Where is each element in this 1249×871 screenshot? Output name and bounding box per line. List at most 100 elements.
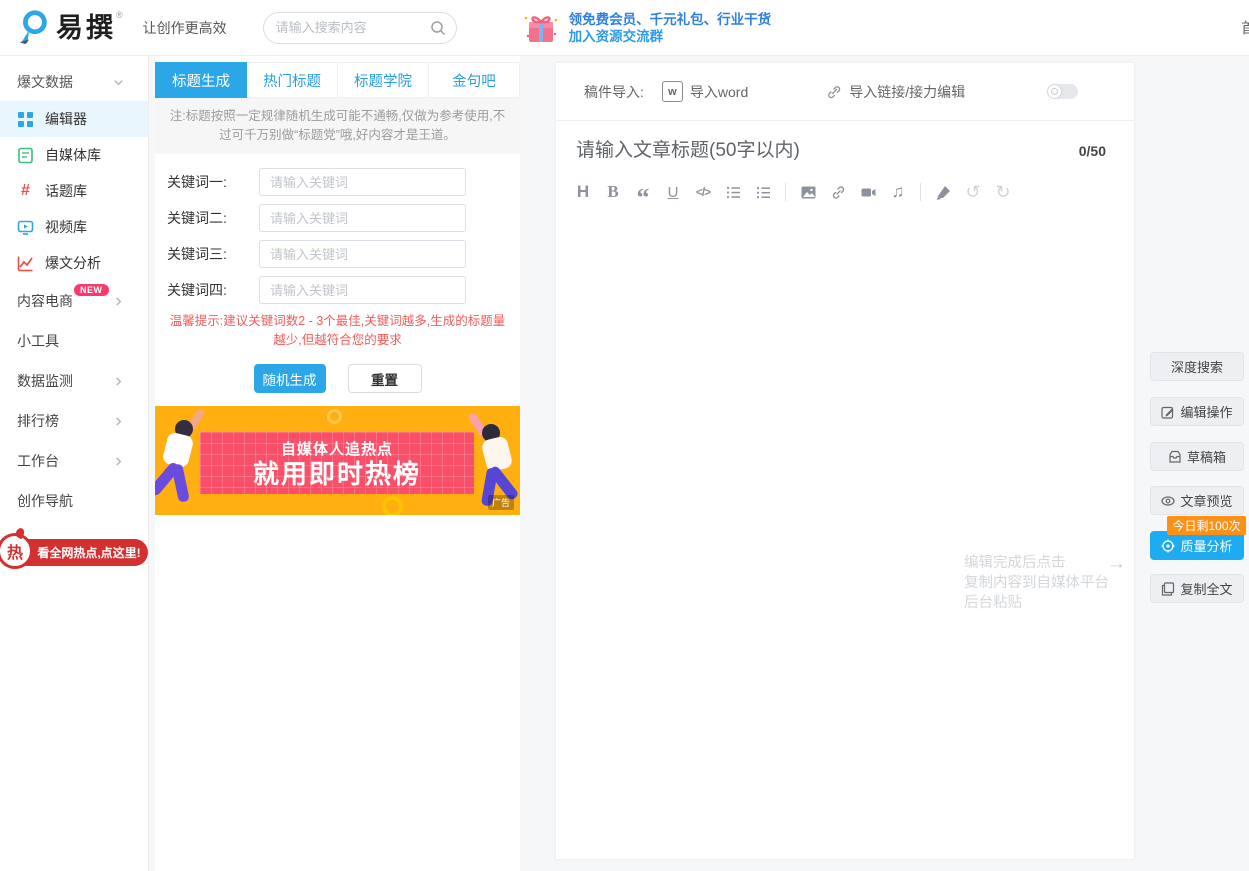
redo-icon[interactable]: ↻: [988, 179, 1018, 205]
copy-hint-text: 编辑完成后点击 复制内容到自媒体平台 后台粘贴: [964, 553, 1122, 613]
import-word-button[interactable]: w 导入word: [662, 81, 748, 102]
sidebar-group-label: 爆文数据: [17, 72, 73, 92]
hyperlink-icon[interactable]: [823, 179, 853, 205]
editor-toggle-switch[interactable]: [1047, 84, 1078, 99]
sidebar-item-topic-library[interactable]: # 话题库: [0, 173, 148, 209]
sidebar-item-content-ecommerce[interactable]: 内容电商 NEW: [0, 281, 148, 321]
sidebar-item-label: 话题库: [45, 181, 87, 201]
edit-operations-button[interactable]: 编辑操作: [1150, 397, 1244, 426]
quality-analysis-button[interactable]: 质量分析: [1150, 531, 1244, 560]
unordered-list-icon[interactable]: [748, 179, 778, 205]
deep-search-label: 深度搜索: [1171, 357, 1223, 376]
deep-search-button[interactable]: 深度搜索: [1150, 352, 1244, 381]
blockquote-icon[interactable]: “: [628, 173, 658, 211]
keyword-input-4[interactable]: [259, 276, 466, 304]
new-badge: NEW: [74, 284, 109, 296]
banner-line2: 就用即时热榜: [253, 459, 421, 489]
keyword-label-1: 关键词一:: [167, 172, 259, 192]
edit-icon: [1161, 405, 1175, 419]
title-generator-panel: 标题生成 热门标题 标题学院 金句吧 注:标题按照一定规律随机生成可能不通畅,仅…: [155, 55, 520, 871]
page: 易撰 ® 让创作更高效 领免费会员、千元礼包、行业干货 加入资: [0, 0, 1249, 871]
drafts-button[interactable]: 草稿箱: [1150, 442, 1244, 471]
tab-golden-sentences[interactable]: 金句吧: [429, 62, 520, 98]
ad-banner[interactable]: 自媒体人追热点 就用即时热榜 广告: [155, 406, 520, 515]
keyword-label-3: 关键词三:: [167, 244, 259, 264]
toolbar-separator: [920, 183, 921, 201]
tab-hot-titles[interactable]: 热门标题: [247, 62, 338, 98]
bold-icon[interactable]: B: [598, 179, 628, 205]
ordered-list-icon[interactable]: [718, 179, 748, 205]
search-input[interactable]: [274, 19, 430, 36]
toggle-knob: [1048, 85, 1061, 98]
chart-icon: [17, 255, 34, 272]
chevron-right-icon: [113, 456, 124, 467]
keyword-label-4: 关键词四:: [167, 280, 259, 300]
document-icon: [17, 147, 34, 164]
sidebar-item-baowen-analysis[interactable]: 爆文分析: [0, 245, 148, 281]
header-search-box: [263, 12, 457, 44]
video-icon[interactable]: [853, 179, 883, 205]
hash-icon: #: [17, 183, 34, 200]
tab-title-academy[interactable]: 标题学院: [338, 62, 429, 98]
promo-line1: 领免费会员、千元礼包、行业干货: [569, 11, 772, 28]
sidebar-item-workbench[interactable]: 工作台: [0, 441, 148, 481]
random-generate-button[interactable]: 随机生成: [254, 364, 326, 393]
keyword-row-1: 关键词一:: [167, 168, 520, 196]
import-link-button[interactable]: 导入链接/接力编辑: [826, 82, 965, 102]
hot-spots-shortcut[interactable]: 热 看全网热点,点这里!: [0, 533, 152, 573]
keyword-tip: 温馨提示:建议关键词数2 - 3个最佳,关键词越多,生成的标题量越少,但越符合您…: [155, 312, 520, 350]
keyword-input-2[interactable]: [259, 204, 466, 232]
eye-icon: [1161, 494, 1175, 508]
yizhuan-logo-icon: [14, 8, 52, 46]
keyword-form: 关键词一: 关键词二: 关键词三: 关键词四:: [155, 154, 520, 304]
code-icon[interactable]: </>: [688, 179, 718, 205]
title-char-counter: 0/50: [1079, 143, 1106, 159]
chevron-right-icon: [113, 416, 124, 427]
sidebar-item-label: 视频库: [45, 217, 87, 237]
image-icon[interactable]: [793, 179, 823, 205]
tagline: 让创作更高效: [143, 18, 227, 38]
import-row: 稿件导入: w 导入word 导入链接/接力编辑: [556, 63, 1134, 121]
banner-deco-ring: [382, 496, 403, 515]
editor-card: 稿件导入: w 导入word 导入链接/接力编辑 0/50 H B “ U </…: [555, 62, 1135, 860]
import-label: 稿件导入:: [584, 82, 644, 102]
copy-all-button[interactable]: 复制全文: [1150, 574, 1244, 603]
sidebar-item-label: 工作台: [17, 451, 59, 471]
sidebar-item-media-library[interactable]: 自媒体库: [0, 137, 148, 173]
promo-banner[interactable]: 领免费会员、千元礼包、行业干货 加入资源交流群: [523, 10, 772, 46]
format-brush-icon[interactable]: [928, 179, 958, 205]
sidebar-item-tools[interactable]: 小工具: [0, 321, 148, 361]
music-icon[interactable]: ♫: [883, 179, 913, 205]
keyword-input-1[interactable]: [259, 168, 466, 196]
sidebar-item-creation-nav[interactable]: 创作导航: [0, 481, 148, 521]
header: 易撰 ® 让创作更高效 领免费会员、千元礼包、行业干货 加入资: [0, 0, 1249, 56]
search-icon[interactable]: [430, 20, 446, 36]
edit-operations-label: 编辑操作: [1180, 402, 1232, 421]
logo-link[interactable]: 易撰 ®: [14, 8, 123, 48]
chevron-right-icon: [113, 296, 124, 307]
underline-icon[interactable]: U: [658, 179, 688, 205]
sidebar-item-label: 排行榜: [17, 411, 59, 431]
article-preview-button[interactable]: 文章预览: [1150, 486, 1244, 515]
editor-content-area[interactable]: 编辑完成后点击 复制内容到自媒体平台 后台粘贴 →: [556, 219, 1134, 859]
undo-icon[interactable]: ↺: [958, 179, 988, 205]
sidebar-group-baowen-data[interactable]: 爆文数据: [0, 63, 148, 101]
promo-line2: 加入资源交流群: [569, 28, 772, 45]
banner-text-card: 自媒体人追热点 就用即时热榜: [200, 432, 474, 494]
sidebar-item-video-library[interactable]: 视频库: [0, 209, 148, 245]
keyword-row-3: 关键词三:: [167, 240, 520, 268]
sidebar-item-rankings[interactable]: 排行榜: [0, 401, 148, 441]
hint-arrow-icon: →: [1107, 553, 1126, 575]
nav-home-link[interactable]: 首: [1241, 17, 1249, 38]
heading-icon[interactable]: H: [568, 179, 598, 205]
article-title-input[interactable]: [574, 139, 1067, 163]
sidebar-item-label: 编辑器: [45, 109, 87, 129]
drafts-label: 草稿箱: [1187, 447, 1226, 466]
hot-shortcut-label: 看全网热点,点这里!: [14, 539, 148, 566]
sidebar-item-editor[interactable]: 编辑器: [0, 101, 148, 137]
keyword-input-3[interactable]: [259, 240, 466, 268]
sidebar-item-data-monitor[interactable]: 数据监测: [0, 361, 148, 401]
tab-title-generate[interactable]: 标题生成: [155, 62, 247, 98]
reset-button[interactable]: 重置: [348, 364, 422, 393]
article-preview-label: 文章预览: [1180, 491, 1232, 510]
